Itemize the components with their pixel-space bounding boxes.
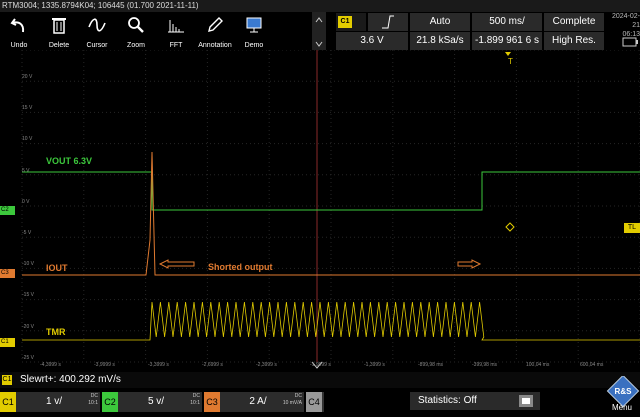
channel-bar: C1 1 v/ DC 10:1 C2 5 v/ DC 10:1 C3 2 A/ DC… [0,390,640,412]
chevron-up-down-icon [315,17,323,47]
iout-label: IOUT [46,263,68,273]
trigger-source[interactable]: C1 [336,13,366,31]
fft-button[interactable]: FFT [159,12,193,50]
rising-edge-icon [382,15,394,29]
arrow-right-icon [457,259,482,269]
statistics-toggle[interactable]: Statistics: Off [410,392,540,410]
toolbar: Undo Delete Cursor Zoom FFT Annotation D… [0,12,272,50]
x-axis-label: -4,3999 s [40,362,61,368]
waveform-svg: T [21,49,640,369]
zoom-button[interactable]: Zoom [119,12,153,50]
trigger-edge[interactable] [368,13,408,31]
cursor-icon [88,18,106,32]
y-axis-label: -20 V [22,323,34,330]
measurement-bar: C1 Slewrt+: 400.292 mV/s [0,372,640,388]
x-axis-label: -1,9999 s [310,362,331,368]
trigger-time-marker: T [508,57,513,66]
y-axis-label: -5 V [22,230,32,236]
x-axis-label: -3,9999 s [94,362,115,368]
datetime: 2024-02-21 06:13 [611,13,640,38]
x-axis-label: 100,04 ms [526,362,550,368]
toolbar-scroll[interactable] [312,12,326,50]
fft-icon [168,20,184,33]
y-axis-label: 0 V [22,198,30,205]
trigger-panel: C1 Auto 500 ms/ Complete 3.6 V 21.8 kSa/… [336,12,640,50]
y-axis-label: -15 V [22,292,34,299]
grid [21,49,640,363]
demo-button[interactable]: Demo [237,12,271,50]
instrument-info: RTM3004; 1335.8794K04; 106445 (01.700 20… [2,1,199,10]
y-axis-label: 15 V [22,105,33,112]
c1-offset-marker[interactable]: C1 [0,338,15,347]
x-axis-label: -3,3999 s [148,362,169,368]
title-bar: RTM3004; 1335.8794K04; 106445 (01.700 20… [0,0,640,12]
undo-button[interactable]: Undo [2,12,36,50]
statistics-icon [519,395,533,407]
x-axis-label: -2,3999 s [256,362,277,368]
annotation-icon [208,17,223,32]
measurement-result[interactable]: Slewrt+: 400.292 mV/s [20,374,121,385]
trigger-mode[interactable]: Auto [410,13,470,31]
demo-icon [246,17,262,33]
undo-icon [10,18,25,33]
measurement-channel-badge: C1 [2,375,12,385]
trigger-level-marker[interactable]: TL [624,223,640,233]
channel-c3[interactable]: C3 2 A/ DC 10 mV/A [204,392,304,412]
waveform-display[interactable]: T VOUT 6.3V IOUT TMR Shorted output C2 C… [0,49,640,372]
y-axis-label: -10 V [22,261,34,268]
channel-c1[interactable]: C1 1 v/ DC 10:1 [0,392,100,412]
tmr-label: TMR [46,327,66,337]
trigger-level[interactable]: 3.6 V [336,32,408,50]
sample-rate[interactable]: 21.8 kSa/s [410,32,470,50]
y-axis-label: -25 V [22,354,34,361]
arrow-left-icon [158,259,195,269]
delete-button[interactable]: Delete [42,12,76,50]
vout-label: VOUT 6.3V [46,156,93,166]
x-axis-label: -1,3999 s [364,362,385,368]
cursor-button[interactable]: Cursor [80,12,114,50]
menu-button[interactable]: R&S Menu [604,374,640,412]
resolution[interactable]: High Res. [544,32,604,50]
y-axis-label: 20 V [22,74,33,80]
horizontal-position[interactable]: -1.899 961 6 s [472,32,542,50]
x-axis-label: -2,6999 s [202,362,223,368]
trash-icon [52,18,66,34]
x-axis-label: -899,98 ms [418,362,444,368]
svg-text:R&S: R&S [615,387,633,396]
zoom-icon [128,17,144,33]
trigger-diamond [505,222,515,232]
annotation-button[interactable]: Annotation [198,12,232,50]
battery-icon [620,34,640,50]
y-axis-label: 5 V [22,167,30,174]
timebase[interactable]: 500 ms/ [472,13,542,31]
shorted-output-annotation: Shorted output [208,262,273,272]
acquisition-state: Complete [544,13,604,31]
x-axis-label: -399,98 ms [472,362,498,368]
channel-c2[interactable]: C2 5 v/ DC 10:1 [102,392,202,412]
c3-offset-marker[interactable]: C3 [0,269,15,278]
y-axis-label: 10 V [22,136,33,143]
trigger-time-arrow [505,52,511,56]
channel-c4[interactable]: C4 [306,392,324,412]
x-axis-label: 600,04 ms [580,362,604,368]
c2-offset-marker[interactable]: C2 [0,206,15,215]
